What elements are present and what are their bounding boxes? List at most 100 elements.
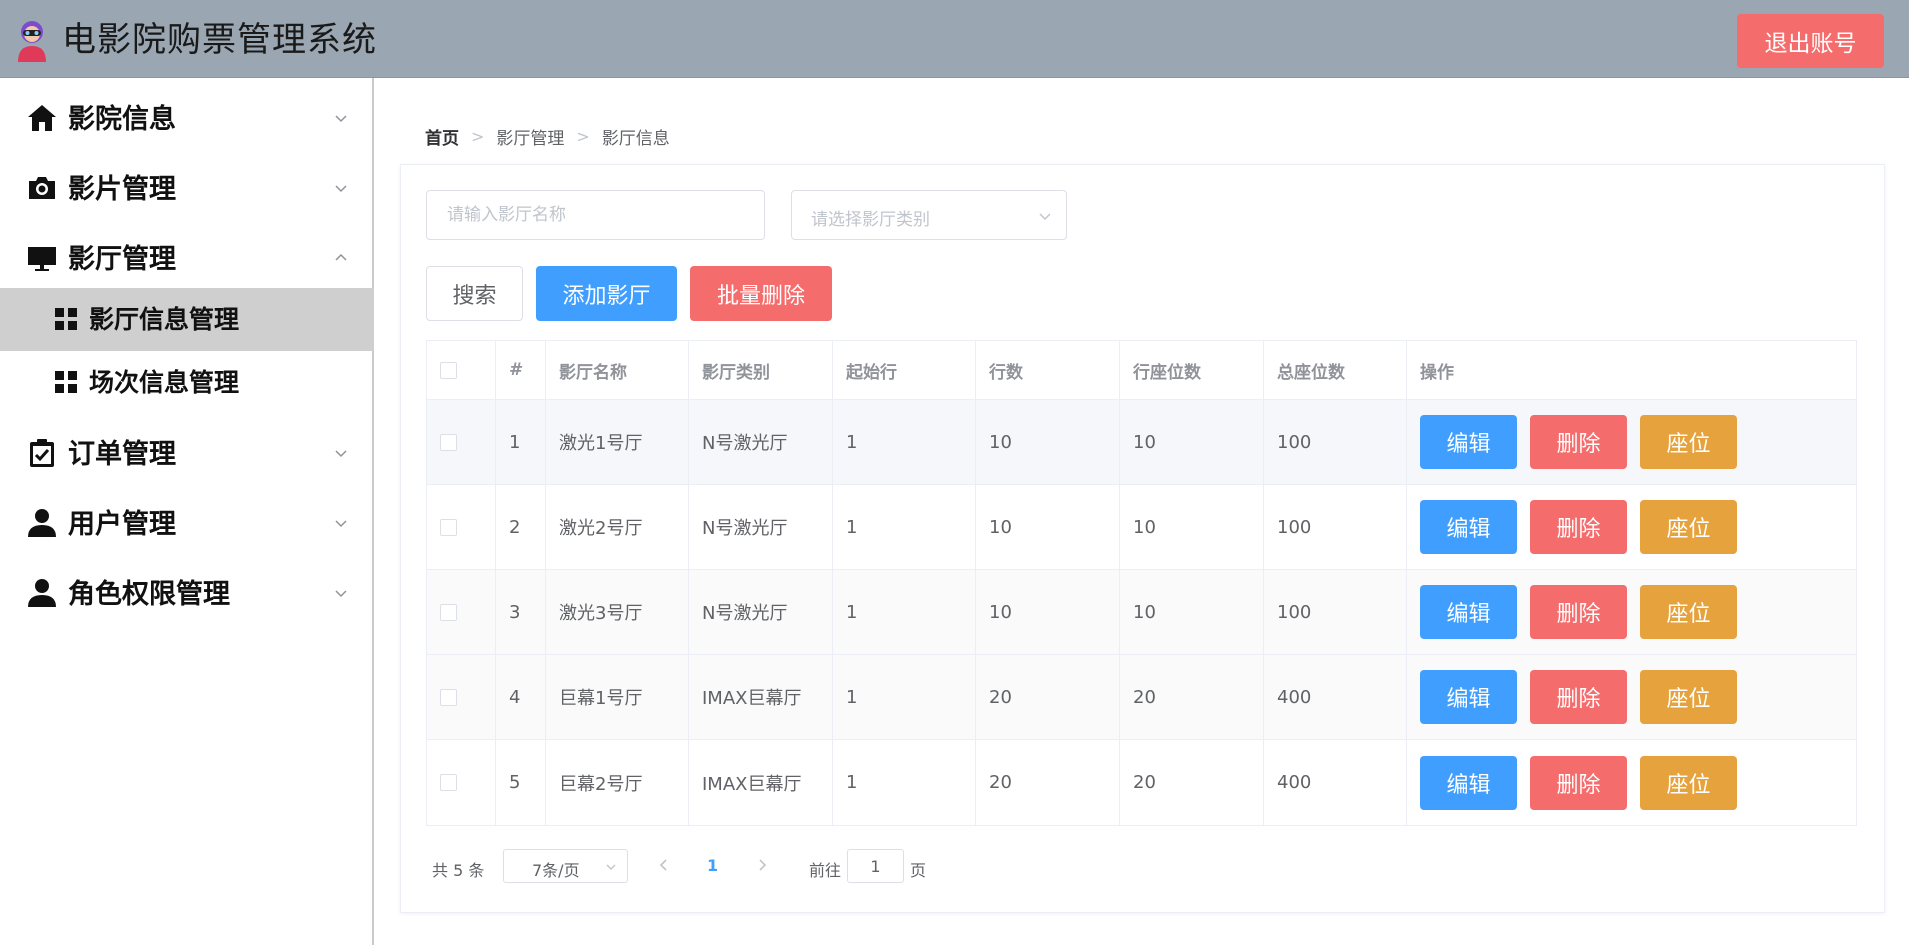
cell-seats-per-row: 10 (1120, 400, 1264, 484)
search-button[interactable]: 搜索 (426, 266, 523, 321)
breadcrumb-separator-icon: > (576, 127, 590, 146)
monitor-icon (28, 247, 56, 271)
sidebar-item-hall-management[interactable]: 影厅管理 (0, 223, 374, 293)
cell-actions: 编辑 删除 座位 (1407, 655, 1856, 739)
row-checkbox-cell (427, 740, 496, 825)
hall-name-input[interactable] (426, 190, 765, 240)
page-number-current[interactable]: 1 (707, 856, 718, 875)
cell-total-seats: 100 (1264, 400, 1407, 484)
seat-button[interactable]: 座位 (1640, 585, 1737, 639)
header-cell: 影厅名称 (546, 341, 689, 399)
sidebar-subitem-label: 影厅信息管理 (89, 305, 240, 334)
sidebar-item-order-management[interactable]: 订单管理 (0, 418, 374, 488)
cell-name: 巨幕1号厅 (546, 655, 689, 739)
add-hall-button[interactable]: 添加影厅 (536, 266, 677, 321)
sidebar-subitem-hall-info[interactable]: 影厅信息管理 (0, 288, 374, 351)
logout-button[interactable]: 退出账号 (1737, 14, 1884, 68)
row-checkbox[interactable] (440, 774, 457, 791)
goto-page-input[interactable] (847, 849, 904, 883)
delete-button[interactable]: 删除 (1530, 500, 1627, 554)
grid-icon (55, 371, 77, 393)
cell-actions: 编辑 删除 座位 (1407, 740, 1856, 825)
table-row: 3 激光3号厅 N号激光厅 1 10 10 100 编辑 删除 座位 (427, 570, 1856, 655)
edit-button[interactable]: 编辑 (1420, 415, 1517, 469)
sidebar-subitem-session-info[interactable]: 场次信息管理 (0, 351, 374, 414)
pagination-total: 共 5 条 (432, 861, 485, 880)
edit-button[interactable]: 编辑 (1420, 670, 1517, 724)
sidebar: 影院信息 影片管理 影厅管理 影厅信息管理 场次信息管理 订单管理 用户管理 角… (0, 78, 374, 945)
sidebar-item-label: 订单管理 (68, 439, 176, 470)
cell-type: IMAX巨幕厅 (689, 655, 833, 739)
sidebar-item-movie-management[interactable]: 影片管理 (0, 153, 374, 223)
app-header: 电影院购票管理系统 退出账号 (0, 0, 1909, 78)
sidebar-item-label: 影院信息 (68, 104, 176, 135)
header-cell: 起始行 (833, 341, 976, 399)
sidebar-item-label: 影厅管理 (68, 244, 176, 275)
row-checkbox-cell (427, 400, 496, 484)
cell-id: 5 (496, 740, 546, 825)
delete-button[interactable]: 删除 (1530, 670, 1627, 724)
seat-button[interactable]: 座位 (1640, 755, 1737, 810)
sidebar-item-role-permission[interactable]: 角色权限管理 (0, 558, 374, 628)
cell-seats-per-row: 10 (1120, 570, 1264, 654)
cell-id: 3 (496, 570, 546, 654)
batch-delete-button[interactable]: 批量删除 (690, 266, 832, 321)
breadcrumb: 首页 > 影厅管理 > 影厅信息 (425, 124, 670, 149)
chevron-down-icon (335, 590, 347, 598)
user-icon (28, 509, 56, 537)
row-checkbox[interactable] (440, 518, 457, 536)
header-checkbox-cell (427, 341, 496, 399)
cell-start-row: 1 (833, 655, 976, 739)
sidebar-subitem-label: 场次信息管理 (89, 368, 240, 397)
page-size-select[interactable]: 7条/页 (503, 849, 628, 883)
cell-start-row: 1 (833, 485, 976, 569)
seat-button[interactable]: 座位 (1640, 670, 1737, 724)
cell-type: N号激光厅 (689, 485, 833, 569)
chevron-down-icon (335, 450, 347, 458)
seat-button[interactable]: 座位 (1640, 415, 1737, 469)
edit-button[interactable]: 编辑 (1420, 755, 1517, 810)
cell-rows: 10 (976, 400, 1120, 484)
grid-icon (55, 308, 77, 330)
table-row: 5 巨幕2号厅 IMAX巨幕厅 1 20 20 400 编辑 删除 座位 (427, 740, 1856, 825)
clipboard-check-icon (30, 439, 54, 467)
edit-button[interactable]: 编辑 (1420, 500, 1517, 554)
sidebar-item-user-management[interactable]: 用户管理 (0, 488, 374, 558)
cell-seats-per-row: 20 (1120, 740, 1264, 825)
cell-actions: 编辑 删除 座位 (1407, 485, 1856, 569)
sidebar-item-cinema-info[interactable]: 影院信息 (0, 83, 374, 153)
cell-start-row: 1 (833, 400, 976, 484)
prev-page-icon[interactable] (657, 857, 671, 873)
header-cell: 行座位数 (1120, 341, 1264, 399)
edit-button[interactable]: 编辑 (1420, 585, 1517, 639)
delete-button[interactable]: 删除 (1530, 415, 1627, 469)
hall-type-select[interactable]: 请选择影厅类别 (791, 190, 1067, 240)
delete-button[interactable]: 删除 (1530, 755, 1627, 810)
delete-button[interactable]: 删除 (1530, 585, 1627, 639)
row-checkbox-cell (427, 485, 496, 569)
cell-total-seats: 400 (1264, 740, 1407, 825)
sidebar-item-label: 角色权限管理 (68, 579, 230, 610)
cell-rows: 10 (976, 570, 1120, 654)
breadcrumb-separator-icon: > (471, 127, 485, 146)
chevron-down-icon (606, 864, 616, 870)
cell-seats-per-row: 20 (1120, 655, 1264, 739)
cell-id: 1 (496, 400, 546, 484)
row-checkbox[interactable] (440, 433, 457, 451)
select-all-checkbox[interactable] (440, 361, 457, 379)
row-checkbox[interactable] (440, 603, 457, 621)
breadcrumb-hall-management: 影厅管理 (496, 129, 565, 149)
goto-label: 前往 (809, 861, 842, 880)
hall-table: # 影厅名称 影厅类别 起始行 行数 行座位数 总座位数 操作 1 激光1号厅 … (426, 340, 1857, 826)
logo-icon (18, 21, 46, 62)
seat-button[interactable]: 座位 (1640, 500, 1737, 554)
cell-total-seats: 400 (1264, 655, 1407, 739)
next-page-icon[interactable] (755, 857, 769, 873)
app-title: 电影院购票管理系统 (62, 20, 377, 60)
chevron-down-icon (335, 185, 347, 193)
cell-name: 激光3号厅 (546, 570, 689, 654)
breadcrumb-hall-info: 影厅信息 (601, 129, 670, 149)
row-checkbox[interactable] (440, 688, 457, 706)
sidebar-item-label: 用户管理 (68, 509, 176, 540)
breadcrumb-home[interactable]: 首页 (425, 124, 459, 149)
